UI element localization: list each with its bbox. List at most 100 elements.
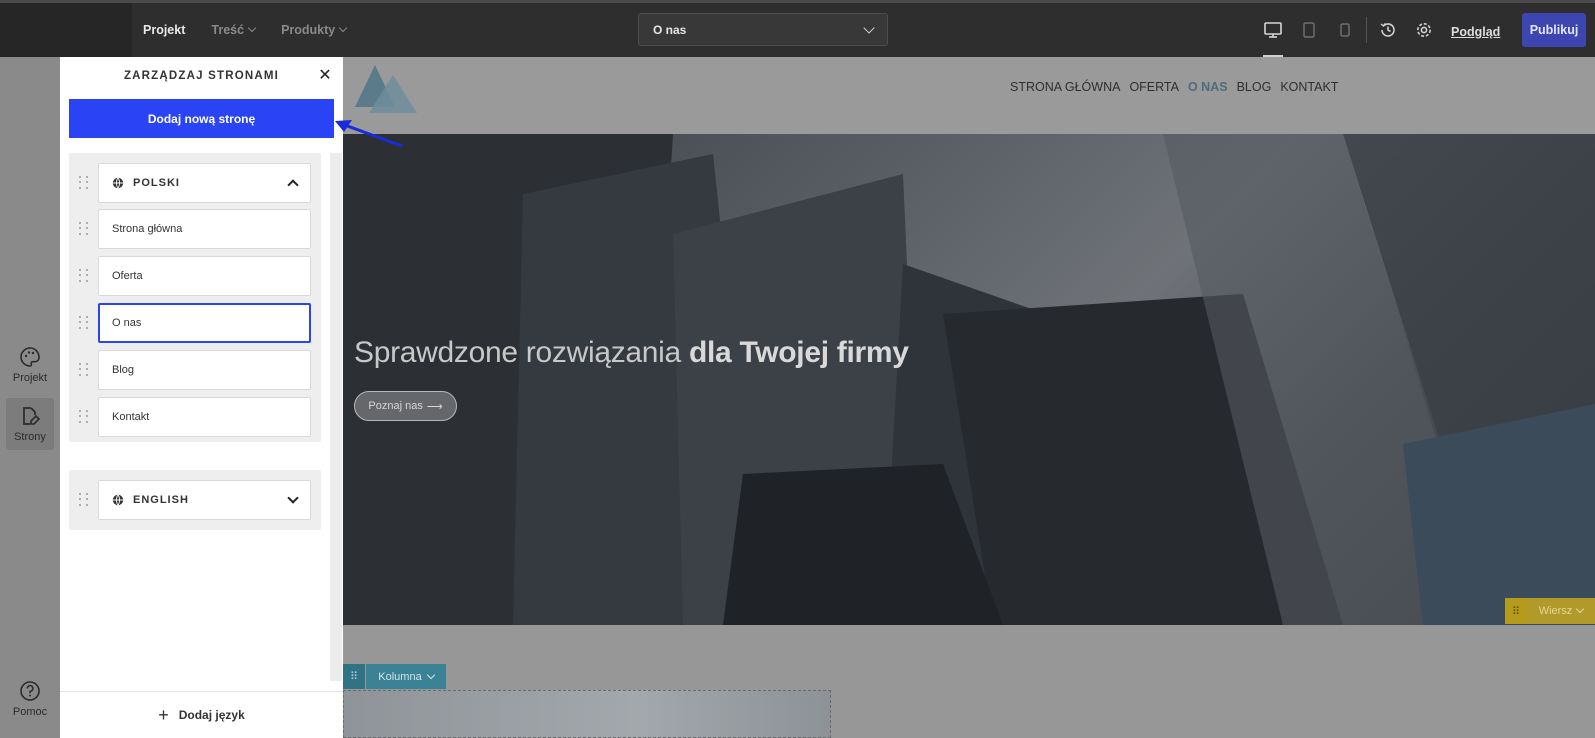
page-row[interactable]: Oferta (69, 256, 321, 296)
site-nav-item-active[interactable]: O NAS (1188, 80, 1228, 94)
drag-handle-icon[interactable] (79, 410, 91, 424)
language-name: ENGLISH (133, 494, 189, 506)
drag-handle-icon[interactable]: ⠿ (1505, 598, 1527, 624)
chevron-down-icon (339, 23, 348, 33)
globe-icon (112, 177, 124, 189)
hero-section[interactable]: Sprawdzone rozwiązania dla Twojej firmy … (343, 134, 1595, 625)
add-language-button[interactable]: + Dodaj język (60, 691, 343, 738)
drag-handle-icon[interactable] (79, 269, 91, 283)
chevron-down-icon (863, 21, 875, 34)
page-item-blog[interactable]: Blog (98, 350, 311, 390)
drag-handle-icon[interactable] (79, 222, 91, 236)
page-item-o-nas[interactable]: O nas (98, 303, 311, 343)
desktop-icon (1264, 22, 1282, 38)
manage-pages-panel: ZARZĄDZAJ STRONAMI ✕ Dodaj nową stronę P… (60, 57, 343, 738)
site-header: STRONA GŁÓWNA OFERTA O NAS BLOG KONTAKT (343, 57, 1595, 134)
row-badge-text: Wiersz (1538, 605, 1573, 617)
hero-cta-button[interactable]: Poznaj nas ⟶ (354, 391, 457, 421)
drag-handle-icon[interactable] (79, 493, 91, 507)
chevron-down-icon (287, 492, 299, 504)
site-logo (355, 65, 417, 113)
top-nav-label: Projekt (143, 23, 186, 37)
add-page-button[interactable]: Dodaj nową stronę (69, 99, 334, 138)
language-group-english: ENGLISH (69, 470, 321, 530)
chevron-down-icon (426, 670, 435, 679)
column-badge[interactable]: ⠿ Kolumna (343, 664, 446, 689)
palette-icon (20, 347, 40, 367)
top-nav-projekt[interactable]: Projekt (143, 23, 185, 37)
annotation-arrow-icon (335, 120, 403, 148)
arrow-right-icon: ⟶ (426, 400, 443, 413)
top-nav-produkty[interactable]: Produkty (281, 23, 348, 37)
publish-button[interactable]: Publikuj (1522, 13, 1586, 47)
page-item-oferta[interactable]: Oferta (98, 256, 311, 296)
chevron-down-icon (1576, 604, 1585, 614)
chevron-up-icon (287, 179, 299, 191)
language-row[interactable]: POLSKI (69, 163, 321, 203)
page-item-kontakt[interactable]: Kontakt (98, 397, 311, 437)
drag-handle-icon[interactable] (79, 363, 91, 377)
top-nav-label: Treść (211, 23, 245, 37)
top-bar: Projekt Treść Produkty O nas Podgląd Pub… (0, 0, 1595, 57)
page-item-label: Blog (112, 364, 135, 376)
page-row[interactable]: Kontakt (69, 397, 321, 437)
add-language-label: Dodaj język (178, 708, 245, 722)
history-icon (1380, 23, 1395, 37)
desktop-view-button[interactable] (1255, 3, 1291, 57)
mobile-view-button[interactable] (1327, 3, 1363, 57)
rail-item-label: Projekt (12, 372, 48, 384)
page-item-label: Strona główna (112, 223, 183, 235)
plus-icon: + (158, 704, 169, 725)
column-content-box[interactable] (343, 690, 831, 738)
history-button[interactable] (1370, 3, 1406, 57)
toolbar-icons (1255, 3, 1442, 57)
close-icon[interactable]: ✕ (317, 67, 333, 84)
mobile-icon (1340, 23, 1350, 37)
toolbar-divider (1366, 17, 1367, 43)
drag-handle-icon[interactable] (79, 316, 91, 330)
rail-item-pomoc[interactable]: Pomoc (6, 673, 54, 725)
page-item-label: Oferta (112, 270, 143, 282)
language-group-polski: POLSKI Strona główna Oferta O nas Blog K… (69, 153, 321, 442)
site-nav-item[interactable]: OFERTA (1129, 80, 1179, 94)
top-nav-tresc[interactable]: Treść (211, 23, 257, 37)
language-row[interactable]: ENGLISH (69, 480, 321, 520)
left-rail: Projekt Strony Pomoc (0, 57, 60, 738)
chevron-down-icon (247, 23, 257, 33)
drag-handle-icon[interactable] (79, 176, 91, 190)
row-badge[interactable]: ⠿ Wiersz (1505, 598, 1595, 624)
hero-cta-label: Poznaj nas (368, 400, 423, 412)
site-nav-item[interactable]: STRONA GŁÓWNA (1010, 80, 1120, 94)
rail-item-strony[interactable]: Strony (6, 398, 54, 450)
page-row[interactable]: O nas (69, 303, 321, 343)
drag-handle-icon[interactable]: ⠿ (343, 664, 365, 689)
hero-title-bold: dla Twojej firmy (688, 336, 909, 369)
hero-background-image (343, 134, 1595, 625)
language-toggle[interactable]: ENGLISH (98, 480, 311, 520)
panel-title: ZARZĄDZAJ STRONAMI (123, 70, 280, 82)
help-icon (20, 681, 40, 701)
page-edit-icon (23, 407, 41, 425)
page-row[interactable]: Strona główna (69, 209, 321, 249)
hero-title-light: Sprawdzone rozwiązania (354, 336, 681, 369)
site-nav-item[interactable]: KONTAKT (1280, 80, 1338, 94)
settings-button[interactable] (1406, 3, 1442, 57)
page-item-label: O nas (112, 317, 142, 329)
language-name: POLSKI (133, 177, 180, 189)
top-nav-label: Produkty (281, 23, 336, 37)
preview-link[interactable]: Podgląd (1451, 25, 1500, 39)
site-nav-item[interactable]: BLOG (1237, 80, 1272, 94)
page-item-strona-glowna[interactable]: Strona główna (98, 209, 311, 249)
column-badge-text: Kolumna (378, 670, 422, 683)
rail-item-projekt[interactable]: Projekt (6, 339, 54, 391)
brand-area (0, 3, 132, 57)
language-toggle[interactable]: POLSKI (98, 163, 311, 203)
page-row[interactable]: Blog (69, 350, 321, 390)
gear-icon (1417, 23, 1431, 37)
hero-title: Sprawdzone rozwiązania dla Twojej firmy (354, 336, 909, 370)
scrollbar[interactable] (330, 153, 342, 681)
page-select[interactable]: O nas (638, 13, 888, 46)
tablet-view-button[interactable] (1291, 3, 1327, 57)
column-badge-label[interactable]: Kolumna (366, 664, 446, 689)
row-badge-label[interactable]: Wiersz (1527, 598, 1595, 624)
